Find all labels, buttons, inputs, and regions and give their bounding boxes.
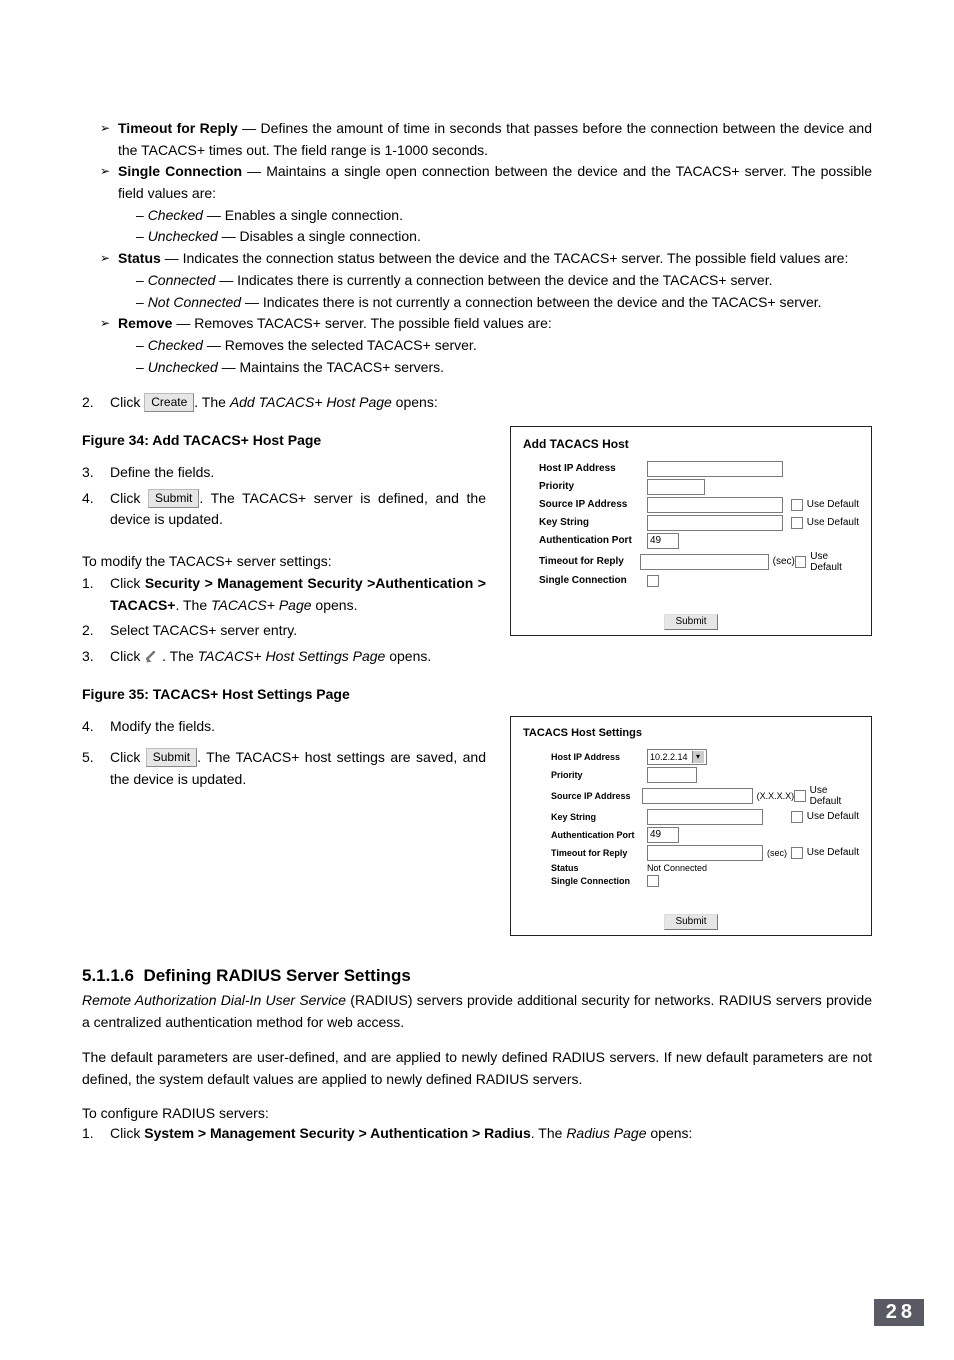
status-value: Not Connected: [647, 863, 707, 873]
modify-step-5: 5. Click Submit. The TACACS+ host settin…: [82, 747, 486, 790]
timeout-input[interactable]: [647, 845, 763, 861]
use-default-checkbox[interactable]: [794, 790, 805, 802]
desc-option: – Unchecked — Maintains the TACACS+ serv…: [118, 357, 872, 379]
panel-submit-button[interactable]: Submit: [664, 914, 717, 930]
define-steps: 3.Define the fields. 4. Click Submit. Th…: [82, 462, 486, 531]
use-default-checkbox[interactable]: [791, 499, 803, 511]
step-3: 3.Define the fields.: [82, 462, 486, 484]
modify-step-4: 4.Modify the fields.: [82, 716, 486, 738]
single-conn-label: Single Connection: [539, 575, 647, 586]
single-conn-label: Single Connection: [551, 876, 647, 886]
field-description-list: Timeout for Reply — Defines the amount o…: [82, 118, 872, 378]
desc-timeout: Timeout for Reply — Defines the amount o…: [100, 118, 872, 161]
modify-step-1: 1. Click Security > Management Security …: [82, 573, 486, 616]
radius-intro-1: Remote Authorization Dial-In User Servic…: [82, 990, 872, 1033]
use-default-checkbox[interactable]: [791, 811, 803, 823]
timeout-label: Timeout for Reply: [551, 848, 647, 858]
source-ip-label: Source IP Address: [551, 791, 642, 801]
priority-label: Priority: [551, 770, 647, 780]
chevron-down-icon: ▾: [692, 751, 704, 763]
desc-label: Single Connection: [118, 163, 242, 179]
priority-label: Priority: [539, 481, 647, 492]
host-ip-input[interactable]: [647, 461, 783, 477]
single-conn-checkbox[interactable]: [647, 575, 659, 587]
priority-input[interactable]: [647, 479, 705, 495]
modify-intro: To modify the TACACS+ server settings:: [82, 553, 486, 569]
page-number: 28: [874, 1299, 924, 1326]
key-string-label: Key String: [539, 517, 647, 528]
desc-option: – Connected — Indicates there is current…: [118, 270, 872, 292]
section-number: 5.1.1.6: [82, 966, 134, 985]
desc-label: Remove: [118, 315, 172, 331]
modify-steps: 1. Click Security > Management Security …: [82, 573, 486, 668]
use-default-checkbox[interactable]: [791, 847, 803, 859]
desc-option: – Checked — Enables a single connection.: [118, 205, 872, 227]
timeout-input[interactable]: [640, 554, 768, 570]
radius-config-intro: To configure RADIUS servers:: [82, 1105, 872, 1121]
key-string-input[interactable]: [647, 809, 763, 825]
step-2: 2. Click Create. The Add TACACS+ Host Pa…: [82, 392, 872, 414]
section-title: Defining RADIUS Server Settings: [143, 966, 410, 985]
radius-intro-2: The default parameters are user-defined,…: [82, 1047, 872, 1090]
use-default-checkbox[interactable]: [795, 556, 806, 568]
desc-option: – Unchecked — Disables a single connecti…: [118, 226, 872, 248]
desc-option: – Checked — Removes the selected TACACS+…: [118, 335, 872, 357]
use-default-checkbox[interactable]: [791, 517, 803, 529]
desc-label: Status: [118, 250, 161, 266]
source-ip-label: Source IP Address: [539, 499, 647, 510]
desc-label: Timeout for Reply: [118, 120, 238, 136]
host-ip-label: Host IP Address: [551, 752, 647, 762]
desc-text: — Removes TACACS+ server. The possible f…: [172, 315, 551, 331]
desc-remove: Remove — Removes TACACS+ server. The pos…: [100, 313, 872, 378]
step-list: 2. Click Create. The Add TACACS+ Host Pa…: [82, 392, 872, 414]
modify-step-3: 3. Click . The TACACS+ Host Settings Pag…: [82, 646, 486, 668]
add-tacacs-host-panel: Add TACACS Host Host IP Address Priority…: [510, 426, 872, 636]
desc-option: – Not Connected — Indicates there is not…: [118, 292, 872, 314]
section-heading: 5.1.1.6 Defining RADIUS Server Settings: [82, 966, 872, 986]
key-string-label: Key String: [551, 812, 647, 822]
desc-status: Status — Indicates the connection status…: [100, 248, 872, 313]
auth-port-input[interactable]: 49: [647, 827, 679, 843]
single-conn-checkbox[interactable]: [647, 875, 659, 887]
modify-steps-cont: 4.Modify the fields. 5. Click Submit. Th…: [82, 716, 486, 791]
submit-button[interactable]: Submit: [146, 748, 197, 767]
panel-title: TACACS Host Settings: [511, 717, 871, 747]
key-string-input[interactable]: [647, 515, 783, 531]
radius-steps: 1. Click System > Management Security > …: [82, 1123, 872, 1145]
source-ip-input[interactable]: [642, 788, 752, 804]
figure-35-caption: Figure 35: TACACS+ Host Settings Page: [82, 686, 486, 702]
create-button[interactable]: Create: [144, 393, 194, 412]
timeout-label: Timeout for Reply: [539, 556, 640, 567]
panel-title: Add TACACS Host: [511, 427, 871, 459]
host-ip-select[interactable]: 10.2.2.14▾: [647, 749, 707, 765]
tacacs-host-settings-panel: TACACS Host Settings Host IP Address10.2…: [510, 716, 872, 936]
status-label: Status: [551, 863, 647, 873]
auth-port-input[interactable]: 49: [647, 533, 679, 549]
host-ip-label: Host IP Address: [539, 463, 647, 474]
desc-text: — Indicates the connection status betwee…: [161, 250, 849, 266]
priority-input[interactable]: [647, 767, 697, 783]
submit-button[interactable]: Submit: [148, 489, 199, 508]
edit-icon[interactable]: [144, 649, 158, 663]
step-4: 4. Click Submit. The TACACS+ server is d…: [82, 488, 486, 531]
desc-single-connection: Single Connection — Maintains a single o…: [100, 161, 872, 248]
panel-submit-button[interactable]: Submit: [664, 614, 717, 630]
auth-port-label: Authentication Port: [539, 535, 647, 546]
radius-step-1: 1. Click System > Management Security > …: [82, 1123, 872, 1145]
source-ip-input[interactable]: [647, 497, 783, 513]
modify-step-2: 2.Select TACACS+ server entry.: [82, 620, 486, 642]
auth-port-label: Authentication Port: [551, 830, 647, 840]
